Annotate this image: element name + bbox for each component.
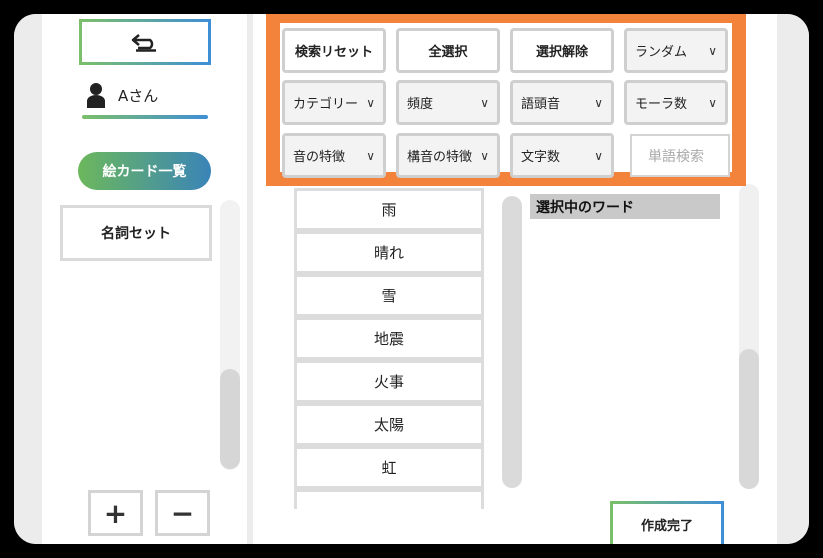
word-search-input[interactable]: 単語検索 xyxy=(630,134,730,177)
back-button[interactable] xyxy=(79,19,211,65)
char-count-select[interactable]: 文字数 ∨ xyxy=(510,133,614,178)
reset-search-button[interactable]: 検索リセット xyxy=(282,28,386,73)
initial-sound-label: 語頭音 xyxy=(521,97,561,112)
chevron-down-icon: ∨ xyxy=(708,95,717,110)
chevron-down-icon: ∨ xyxy=(708,43,717,58)
char-count-label: 文字数 xyxy=(521,150,561,165)
random-label: ランダム xyxy=(635,45,688,60)
random-select[interactable]: ランダム ∨ xyxy=(624,28,728,73)
word-item[interactable]: 雪 xyxy=(294,274,484,317)
word-list-scrollbar[interactable] xyxy=(502,196,522,488)
category-select[interactable]: カテゴリー ∨ xyxy=(282,80,386,125)
user-info: Aさん xyxy=(86,82,158,108)
chevron-down-icon: ∨ xyxy=(480,95,489,110)
mora-select[interactable]: モーラ数 ∨ xyxy=(624,80,728,125)
frequency-select[interactable]: 頻度 ∨ xyxy=(396,80,500,125)
selected-words-header: 選択中のワード xyxy=(530,194,720,219)
word-item[interactable]: 太陽 xyxy=(294,403,484,446)
user-icon xyxy=(87,83,105,108)
word-item[interactable]: 地震 xyxy=(294,317,484,360)
filter-panel: 検索リセット 全選択 選択解除 ランダム ∨ カテゴリー ∨ 頻度 ∨ 語頭音 … xyxy=(266,14,746,186)
select-all-button[interactable]: 全選択 xyxy=(396,28,500,73)
sidebar-scroll-thumb[interactable] xyxy=(220,369,240,469)
category-label: カテゴリー xyxy=(293,97,359,112)
chevron-down-icon: ∨ xyxy=(366,95,375,110)
sidebar: Aさん 絵カード一覧 名詞セット + − xyxy=(42,14,247,544)
frequency-label: 頻度 xyxy=(407,97,434,112)
done-button[interactable]: 作成完了 xyxy=(610,501,724,544)
back-arrow-icon xyxy=(131,34,156,52)
card-list-button[interactable]: 絵カード一覧 xyxy=(78,152,211,190)
chevron-down-icon: ∨ xyxy=(366,148,375,163)
deselect-button[interactable]: 選択解除 xyxy=(510,28,614,73)
word-item[interactable]: 火事 xyxy=(294,360,484,403)
add-button[interactable]: + xyxy=(88,490,143,536)
word-item[interactable]: 虹 xyxy=(294,446,484,489)
word-item[interactable]: 晴れ xyxy=(294,231,484,274)
sound-feature-select[interactable]: 音の特徴 ∨ xyxy=(282,133,386,178)
user-underline xyxy=(82,115,208,119)
app-frame: Aさん 絵カード一覧 名詞セット + − 雨 晴れ 雪 地震 火事 太陽 虹 選… xyxy=(14,14,809,544)
word-item[interactable]: 雨 xyxy=(294,188,484,231)
set-item-noun[interactable]: 名詞セット xyxy=(60,205,212,261)
chevron-down-icon: ∨ xyxy=(480,148,489,163)
user-name: Aさん xyxy=(118,86,159,105)
word-item-partial[interactable] xyxy=(294,489,484,509)
mora-label: モーラ数 xyxy=(635,97,688,112)
articulation-label: 構音の特徴 xyxy=(407,150,473,165)
remove-button[interactable]: − xyxy=(155,490,210,536)
chevron-down-icon: ∨ xyxy=(594,95,603,110)
chevron-down-icon: ∨ xyxy=(594,148,603,163)
selected-scroll-thumb[interactable] xyxy=(739,349,759,489)
articulation-select[interactable]: 構音の特徴 ∨ xyxy=(396,133,500,178)
sound-feature-label: 音の特徴 xyxy=(293,150,346,165)
initial-sound-select[interactable]: 語頭音 ∨ xyxy=(510,80,614,125)
